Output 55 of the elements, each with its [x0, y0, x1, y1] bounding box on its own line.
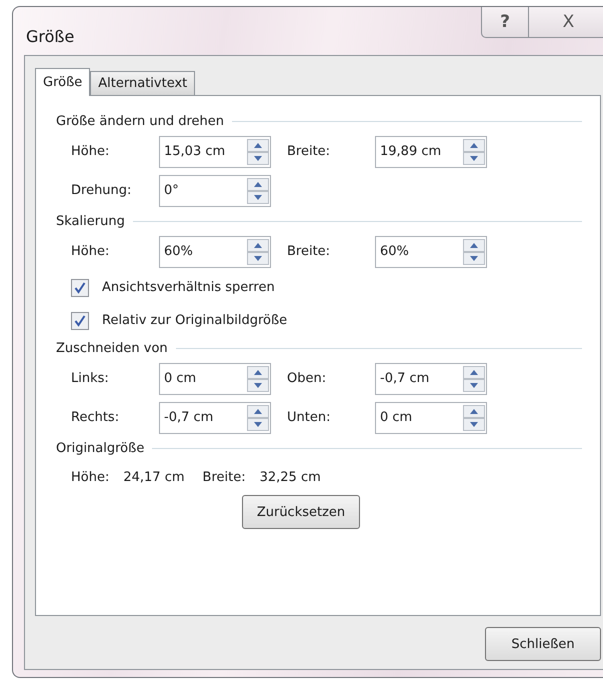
- spin-down-icon[interactable]: [463, 252, 485, 264]
- tab[interactable]: Größe: [35, 68, 90, 96]
- checkbox-label: Relativ zur Originalbildgröße: [102, 313, 288, 328]
- section-title: Originalgröße: [56, 440, 144, 456]
- spin-up-icon[interactable]: [247, 366, 269, 378]
- info-label: Breite:: [202, 470, 246, 484]
- spin-down-icon[interactable]: [247, 252, 269, 264]
- field-label: Unten:: [287, 410, 332, 425]
- close-dialog-button[interactable]: Schließen: [485, 627, 601, 661]
- field-label: Rechts:: [71, 410, 120, 425]
- field-label: Links:: [71, 371, 110, 386]
- spin-up-icon[interactable]: [463, 404, 485, 418]
- close-button[interactable]: X: [529, 7, 603, 38]
- spin-up-icon[interactable]: [247, 138, 269, 152]
- field-label: Höhe:: [71, 244, 110, 259]
- spin-field[interactable]: 0 cm: [375, 402, 487, 434]
- spin-up-icon[interactable]: [247, 404, 269, 418]
- checkbox[interactable]: [71, 278, 89, 296]
- spin-field[interactable]: 60%: [375, 236, 487, 268]
- spin-field[interactable]: 60%: [159, 236, 271, 268]
- info-label: Höhe:: [71, 470, 110, 484]
- spin-field[interactable]: 15,03 cm: [159, 136, 271, 168]
- spin-field[interactable]: 0°: [159, 174, 271, 206]
- spin-field[interactable]: 0 cm: [159, 362, 271, 394]
- info-value: 32,25 cm: [260, 470, 321, 484]
- reset-button[interactable]: Zurücksetzen: [242, 495, 360, 529]
- field-label: Breite:: [287, 244, 332, 259]
- field-label: Breite:: [287, 144, 332, 159]
- window-title: Größe: [26, 27, 74, 46]
- section-title: Skalierung: [56, 214, 125, 228]
- help-button[interactable]: ?: [481, 7, 529, 38]
- info-value: 24,17 cm: [123, 470, 185, 484]
- spin-down-icon[interactable]: [463, 418, 485, 430]
- spin-up-icon[interactable]: [247, 178, 269, 190]
- spin-down-icon[interactable]: [463, 152, 485, 164]
- spin-up-icon[interactable]: [463, 138, 485, 152]
- field-label: Drehung:: [71, 183, 132, 198]
- section-title: Größe ändern und drehen: [56, 114, 224, 128]
- spin-field[interactable]: 19,89 cm: [375, 136, 487, 168]
- tab[interactable]: Alternativtext: [90, 71, 196, 95]
- spin-down-icon[interactable]: [247, 378, 269, 392]
- spin-up-icon[interactable]: [247, 238, 269, 252]
- spin-field[interactable]: -0,7 cm: [159, 402, 271, 434]
- spin-up-icon[interactable]: [463, 366, 485, 378]
- field-label: Oben:: [287, 371, 328, 386]
- section-title: Zuschneiden von: [56, 340, 168, 356]
- spin-down-icon[interactable]: [463, 378, 485, 392]
- spin-up-icon[interactable]: [463, 238, 485, 252]
- checkbox-label: Ansichtsverhältnis sperren: [102, 280, 275, 295]
- field-label: Höhe:: [71, 144, 110, 159]
- spin-down-icon[interactable]: [247, 418, 269, 430]
- checkbox[interactable]: [71, 312, 89, 330]
- spin-down-icon[interactable]: [247, 190, 269, 204]
- spin-field[interactable]: -0,7 cm: [375, 362, 487, 394]
- spin-down-icon[interactable]: [247, 152, 269, 164]
